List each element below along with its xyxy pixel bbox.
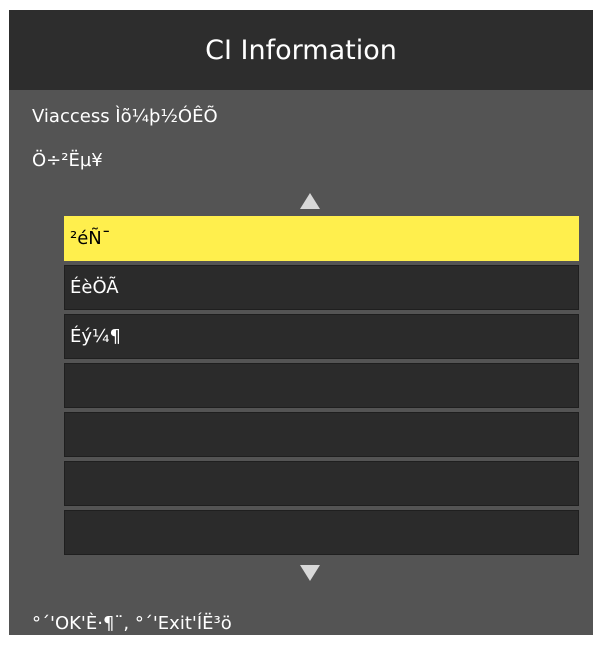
- title-bar: CI Information: [9, 10, 593, 90]
- menu-item-6[interactable]: [64, 461, 579, 506]
- menu-item-label: Éý¼¶: [70, 326, 121, 347]
- dialog-title: CI Information: [205, 34, 397, 66]
- menu-item-5[interactable]: [64, 412, 579, 457]
- menu-item-2[interactable]: ÉèÖÃ: [64, 265, 579, 310]
- info-line-2: Ö÷²Ëµ¥: [32, 150, 103, 171]
- menu-item-label: ÉèÖÃ: [70, 277, 119, 298]
- menu-item-7[interactable]: [64, 510, 579, 555]
- ci-information-dialog: CI Information Viaccess Ìõ¼þ½ÓÊÕ Ö÷²Ëµ¥ …: [9, 10, 593, 635]
- menu-item-label: ²éÑ¯: [70, 228, 111, 249]
- footer-hint: °´'OK'È·¶¨, °´'Exit'ÍË³ö: [32, 613, 232, 634]
- triangle-down-icon[interactable]: [299, 564, 321, 582]
- info-line-1: Viaccess Ìõ¼þ½ÓÊÕ: [32, 106, 218, 127]
- menu-list: ²éÑ¯ ÉèÖÃ Éý¼¶: [64, 216, 579, 559]
- triangle-up-icon[interactable]: [299, 192, 321, 210]
- menu-item-4[interactable]: [64, 363, 579, 408]
- menu-item-3[interactable]: Éý¼¶: [64, 314, 579, 359]
- menu-item-1[interactable]: ²éÑ¯: [64, 216, 579, 261]
